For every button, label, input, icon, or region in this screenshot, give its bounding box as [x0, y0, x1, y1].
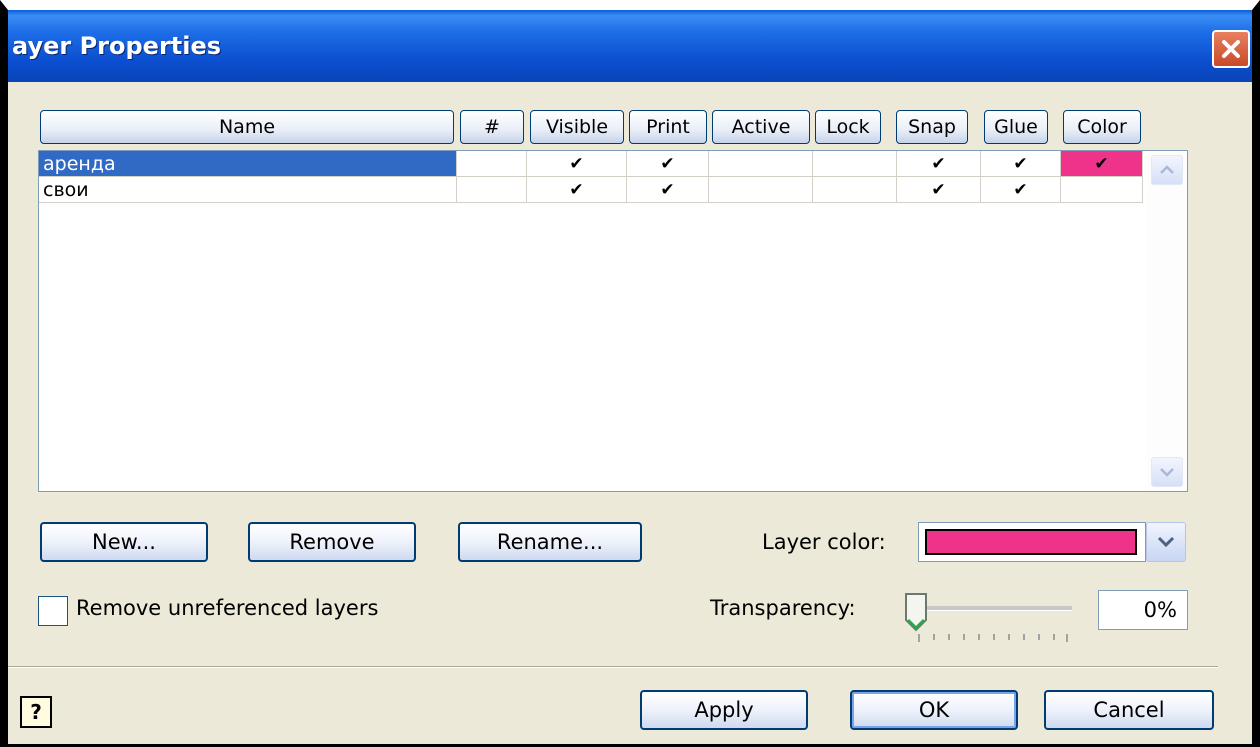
column-header-active[interactable]: Active	[712, 110, 810, 144]
layer-lock-cell[interactable]	[813, 177, 897, 203]
help-icon: ?	[30, 700, 42, 724]
layer-glue-cell[interactable]: ✔	[981, 151, 1061, 177]
scroll-up-button[interactable]	[1151, 155, 1183, 185]
close-icon	[1222, 40, 1240, 58]
layer-snap-cell[interactable]: ✔	[897, 151, 981, 177]
column-header-glue[interactable]: Glue	[984, 110, 1048, 144]
layer-row[interactable]: аренда ✔ ✔ ✔ ✔ ✔	[39, 151, 1147, 177]
layer-active-cell[interactable]	[709, 151, 813, 177]
remove-unreferenced-label: Remove unreferenced layers	[76, 596, 379, 620]
transparency-label: Transparency:	[710, 596, 856, 620]
layer-color-select[interactable]	[918, 522, 1146, 562]
layer-number-cell[interactable]	[457, 177, 527, 203]
remove-unreferenced-checkbox[interactable]	[38, 596, 68, 626]
layer-color-dropdown-button[interactable]	[1146, 522, 1186, 562]
window-title: ayer Properties	[12, 32, 222, 60]
layer-color-cell[interactable]: ✔	[1061, 151, 1143, 177]
divider	[8, 666, 1218, 668]
rename-layer-button[interactable]: Rename...	[458, 522, 642, 562]
layer-color-cell[interactable]	[1061, 177, 1143, 203]
remove-layer-button[interactable]: Remove	[248, 522, 416, 562]
layer-color-swatch	[925, 529, 1137, 555]
chevron-up-icon	[1160, 165, 1174, 174]
chevron-down-icon	[1160, 468, 1174, 477]
new-layer-button[interactable]: New...	[40, 522, 208, 562]
column-header-visible[interactable]: Visible	[530, 110, 624, 144]
scroll-down-button[interactable]	[1151, 457, 1183, 487]
layer-list[interactable]: аренда ✔ ✔ ✔ ✔ ✔ свои ✔ ✔ ✔ ✔	[38, 150, 1188, 492]
apply-button[interactable]: Apply	[640, 690, 808, 730]
layer-name-cell[interactable]: свои	[39, 177, 457, 203]
layer-active-cell[interactable]	[709, 177, 813, 203]
layer-visible-cell[interactable]: ✔	[527, 177, 627, 203]
ok-button[interactable]: OK	[850, 690, 1018, 730]
cancel-button[interactable]: Cancel	[1044, 690, 1214, 730]
transparency-input[interactable]: 0%	[1098, 590, 1188, 630]
layer-number-cell[interactable]	[457, 151, 527, 177]
chevron-down-icon	[1157, 536, 1175, 548]
column-header-print[interactable]: Print	[629, 110, 707, 144]
layer-snap-cell[interactable]: ✔	[897, 177, 981, 203]
transparency-slider-thumb[interactable]	[903, 592, 929, 632]
layer-color-label: Layer color:	[762, 530, 886, 554]
column-header-number[interactable]: #	[460, 110, 524, 144]
transparency-slider-ticks	[918, 634, 1068, 642]
layer-visible-cell[interactable]: ✔	[527, 151, 627, 177]
column-header-lock[interactable]: Lock	[815, 110, 881, 144]
column-header-name[interactable]: Name	[40, 110, 454, 144]
layer-glue-cell[interactable]: ✔	[981, 177, 1061, 203]
layer-lock-cell[interactable]	[813, 151, 897, 177]
layer-row[interactable]: свои ✔ ✔ ✔ ✔	[39, 177, 1147, 203]
layer-print-cell[interactable]: ✔	[627, 151, 709, 177]
column-header-snap[interactable]: Snap	[896, 110, 968, 144]
layer-print-cell[interactable]: ✔	[627, 177, 709, 203]
layer-name-cell[interactable]: аренда	[39, 151, 457, 177]
help-button[interactable]: ?	[20, 696, 52, 728]
title-bar[interactable]: ayer Properties	[0, 10, 1260, 82]
close-button[interactable]	[1212, 30, 1250, 68]
vertical-scrollbar[interactable]	[1147, 151, 1187, 491]
transparency-slider-track[interactable]	[912, 606, 1072, 611]
column-header-color[interactable]: Color	[1063, 110, 1141, 144]
